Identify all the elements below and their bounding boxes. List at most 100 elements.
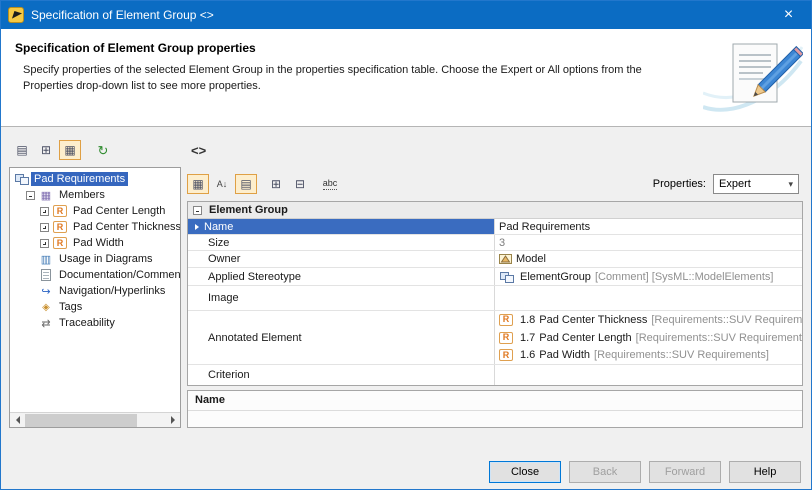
property-value-cell[interactable]: ElementGroup [Comment] [SysML::ModelElem…: [495, 268, 802, 285]
property-value: ElementGroup: [520, 271, 591, 283]
navigation-tree-panel: Pad Requirements ▦ Members R Pad Center …: [9, 167, 181, 428]
requirement-id: 1.8: [520, 314, 535, 326]
property-value-cell[interactable]: Model: [495, 251, 802, 267]
tree-toolbar: ▤ ⊞ ▦ ↻: [11, 140, 114, 160]
group-header-row[interactable]: Element Group: [188, 202, 802, 219]
tree-item-label: Usage in Diagrams: [56, 252, 156, 266]
requirement-icon: R: [499, 314, 513, 326]
property-row-applied-stereotype[interactable]: Applied Stereotype ElementGroup [Comment…: [188, 268, 802, 286]
dialog-header: Specification of Element Group propertie…: [1, 29, 811, 127]
expand-expander-icon[interactable]: [40, 239, 49, 248]
titlebar[interactable]: Specification of Element Group <> ×: [1, 1, 811, 29]
property-value-cell[interactable]: [495, 365, 802, 385]
tree-item-members[interactable]: ▦ Members: [14, 187, 180, 203]
grid-columns-button[interactable]: ▦: [187, 174, 209, 194]
property-row-size[interactable]: Size 3: [188, 235, 802, 251]
properties-label: Properties:: [653, 178, 706, 190]
refresh-button[interactable]: ↻: [92, 140, 114, 160]
property-row-name[interactable]: Name Pad Requirements: [188, 219, 802, 235]
expand-expander-icon[interactable]: [40, 207, 49, 216]
property-name-cell[interactable]: Size: [188, 235, 495, 250]
model-icon: [499, 253, 512, 265]
back-button[interactable]: Back: [569, 461, 641, 483]
requirement-letter: R: [57, 223, 64, 232]
property-value: Model: [516, 253, 546, 265]
tree-view-button[interactable]: ⊞: [35, 140, 57, 160]
tree-item-tags[interactable]: ◈ Tags: [14, 299, 180, 315]
requirement-id: 1.7: [520, 332, 535, 344]
requirement-letter: R: [503, 315, 510, 324]
annotated-element-item[interactable]: R 1.7 Pad Center Length [Requirements::S…: [495, 329, 802, 347]
tree-item-usage-in-diagrams[interactable]: ▥ Usage in Diagrams: [14, 251, 180, 267]
sort-alphabetically-button[interactable]: A↓: [211, 174, 233, 194]
description-title: Name: [188, 391, 802, 411]
tree-item-traceability[interactable]: ⇄ Traceability: [14, 315, 180, 331]
annotated-element-item[interactable]: R 1.6 Pad Width [Requirements::SUV Requi…: [495, 346, 802, 364]
group-header-label: Element Group: [209, 204, 288, 216]
property-label: Annotated Element: [208, 332, 302, 344]
element-group-icon: [499, 271, 513, 283]
scroll-right-icon[interactable]: [165, 413, 180, 427]
requirement-icon: R: [499, 332, 513, 344]
close-dialog-button[interactable]: Close: [489, 461, 561, 483]
property-name-cell[interactable]: Criterion: [188, 365, 495, 385]
usage-in-diagrams-icon: ▥: [39, 253, 53, 266]
element-group-icon: [14, 173, 28, 185]
grid-view-button[interactable]: ▦: [59, 140, 81, 160]
dropdown-value: Expert: [719, 178, 788, 190]
property-row-annotated-element[interactable]: Annotated Element R 1.8 Pad Center Thick…: [188, 311, 802, 365]
property-value-cell[interactable]: Pad Requirements: [495, 219, 802, 234]
expand-expander-icon[interactable]: [40, 223, 49, 232]
close-button[interactable]: ×: [766, 1, 811, 29]
tree-item-navigation-hyperlinks[interactable]: ↪ Navigation/Hyperlinks: [14, 283, 180, 299]
property-label: Owner: [208, 253, 240, 265]
tree-item-pad-requirements[interactable]: Pad Requirements: [14, 171, 180, 187]
form-view-button[interactable]: ▤: [11, 140, 33, 160]
tree-item-pad-width[interactable]: R Pad Width: [14, 235, 180, 251]
property-name-cell[interactable]: Image: [188, 286, 495, 310]
collapse-group-icon[interactable]: [193, 206, 202, 215]
remove-columns-button[interactable]: ⊟: [289, 174, 311, 194]
tree-item-label: Pad Center Length: [70, 204, 168, 218]
properties-mode-dropdown[interactable]: Expert ▾: [713, 174, 799, 194]
property-description-panel: Name: [187, 390, 803, 428]
tree-item-pad-center-length[interactable]: R Pad Center Length: [14, 203, 180, 219]
property-value-cell[interactable]: R 1.8 Pad Center Thickness [Requirements…: [495, 311, 802, 364]
list-view-button[interactable]: ▤: [235, 174, 257, 194]
tree-item-pad-center-thickness[interactable]: R Pad Center Thickness: [14, 219, 180, 235]
collapse-expander-icon[interactable]: [26, 191, 35, 200]
property-name-cell[interactable]: Name: [188, 219, 495, 234]
property-value-cell[interactable]: [495, 286, 802, 310]
property-value-cell[interactable]: 3: [495, 235, 802, 250]
tree-horizontal-scrollbar[interactable]: [10, 412, 180, 427]
property-label: Criterion: [208, 369, 250, 381]
tree-item-label: Navigation/Hyperlinks: [56, 284, 168, 298]
scrollbar-thumb[interactable]: [25, 414, 137, 427]
property-name-cell[interactable]: Applied Stereotype: [188, 268, 495, 285]
refresh-icon: ↻: [98, 144, 109, 157]
add-columns-button[interactable]: ⊞: [265, 174, 287, 194]
property-row-owner[interactable]: Owner Model: [188, 251, 802, 268]
property-row-image[interactable]: Image: [188, 286, 802, 311]
property-name-cell[interactable]: Owner: [188, 251, 495, 267]
property-name-cell[interactable]: Annotated Element: [188, 311, 495, 364]
property-label: Applied Stereotype: [208, 271, 301, 283]
specification-dialog: Specification of Element Group <> × Spec…: [0, 0, 812, 490]
members-icon: ▦: [39, 189, 53, 202]
show-full-names-button[interactable]: abc: [319, 174, 341, 194]
requirement-letter: R: [57, 207, 64, 216]
sort-alphabetical-icon: A↓: [217, 180, 228, 189]
annotated-element-item[interactable]: R 1.8 Pad Center Thickness [Requirements…: [495, 311, 802, 329]
property-row-criterion[interactable]: Criterion: [188, 365, 802, 385]
close-icon: ×: [784, 7, 793, 23]
help-button[interactable]: Help: [729, 461, 801, 483]
requirement-path: [Requirements::SUV Requirements]: [636, 332, 802, 344]
requirement-name: Pad Center Length: [539, 332, 631, 344]
scroll-left-icon[interactable]: [10, 413, 25, 427]
property-label: Name: [204, 221, 233, 233]
tree-item-documentation-comments[interactable]: Documentation/Comments: [14, 267, 180, 283]
property-value-meta: [Comment] [SysML::ModelElements]: [595, 271, 774, 283]
requirement-letter: R: [503, 351, 510, 360]
forward-button[interactable]: Forward: [649, 461, 721, 483]
chevron-down-icon: ▾: [788, 179, 793, 190]
